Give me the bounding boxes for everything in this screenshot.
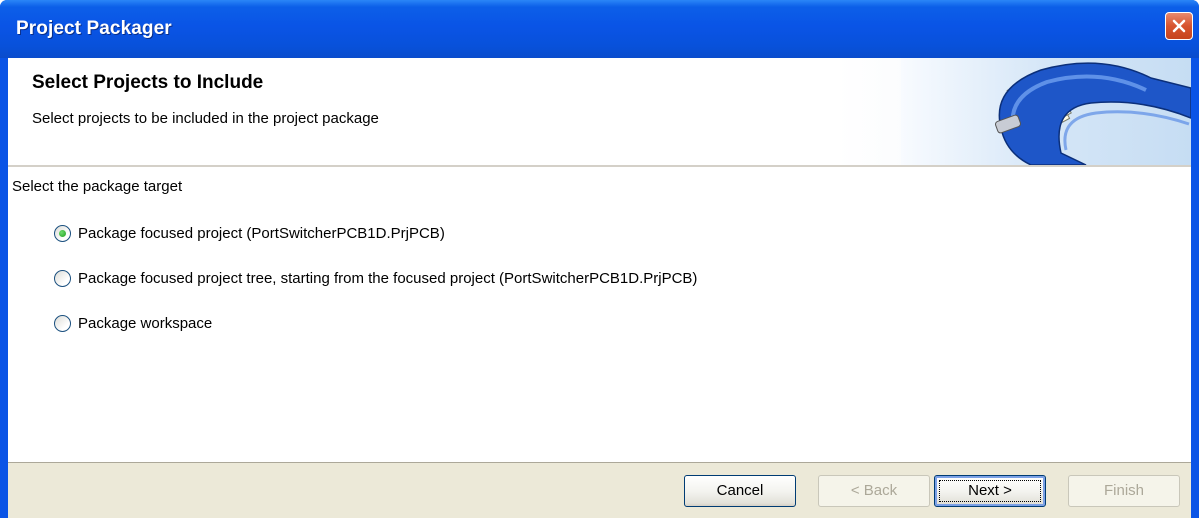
close-button[interactable] <box>1165 12 1193 40</box>
dialog-body: Select Projects to Include Select projec… <box>8 58 1191 518</box>
page-subtitle: Select projects to be included in the pr… <box>32 110 379 127</box>
radio-button[interactable] <box>54 224 71 242</box>
section-label: Select the package target <box>12 178 183 195</box>
radio-package-focused-project[interactable]: Package focused project (PortSwitcherPCB… <box>54 222 445 244</box>
radio-label: Package focused project (PortSwitcherPCB… <box>78 224 445 242</box>
focus-rectangle <box>939 480 1041 502</box>
wizard-header: Select Projects to Include Select projec… <box>8 58 1191 165</box>
radio-button[interactable] <box>54 314 71 332</box>
target-selection-panel: Select the package target Package focuse… <box>8 168 1191 462</box>
radio-selected-dot <box>59 229 66 237</box>
close-icon <box>1172 19 1186 33</box>
finish-button[interactable]: Finish <box>1068 475 1180 507</box>
radio-label: Package focused project tree, starting f… <box>78 269 698 287</box>
radio-package-focused-project-tree[interactable]: Package focused project tree, starting f… <box>54 267 697 289</box>
radio-button[interactable] <box>54 269 71 287</box>
radio-package-workspace[interactable]: Package workspace <box>54 312 212 334</box>
wizard-button-bar: Cancel < Back Next > Finish <box>8 462 1191 518</box>
window-title: Project Packager <box>16 18 172 39</box>
clamp-package-icon <box>901 58 1191 165</box>
title-bar[interactable]: Project Packager <box>0 0 1199 58</box>
project-packager-window: Project Packager Select Projects to Incl… <box>0 0 1199 518</box>
page-title: Select Projects to Include <box>32 72 264 93</box>
next-button[interactable]: Next > <box>934 475 1046 507</box>
radio-label: Package workspace <box>78 314 213 332</box>
back-button[interactable]: < Back <box>818 475 930 507</box>
cancel-button[interactable]: Cancel <box>684 475 796 507</box>
